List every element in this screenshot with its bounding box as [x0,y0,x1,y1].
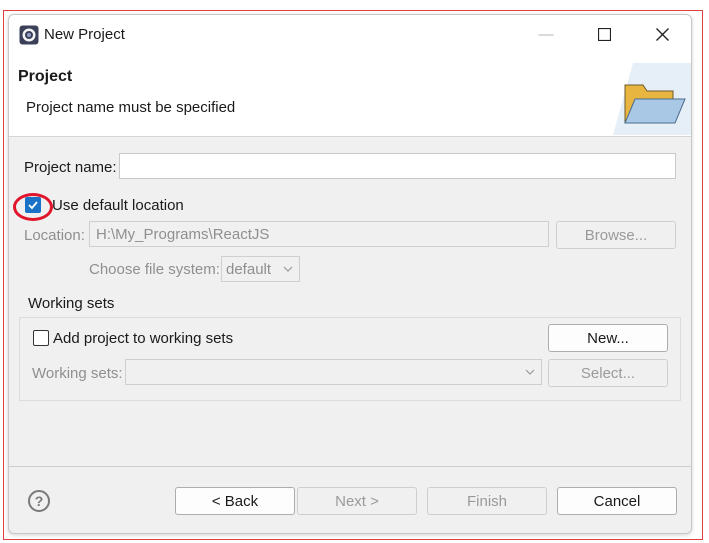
cancel-button-label: Cancel [593,492,641,510]
new-working-set-button[interactable]: New... [548,324,668,352]
wizard-header: Project Project name must be specified [9,53,691,137]
new-project-dialog: New Project — Project Project name must … [8,14,692,534]
browse-button[interactable]: Browse... [556,221,676,249]
file-system-label: Choose file system: [89,261,220,278]
minimize-icon: — [538,25,554,43]
file-system-value: default [226,260,272,278]
finish-button[interactable]: Finish [427,487,547,515]
back-button[interactable]: < Back [175,487,295,515]
page-title: Project [18,68,73,85]
finish-button-label: Finish [466,492,507,510]
help-button[interactable]: ? [28,490,50,512]
maximize-button[interactable] [575,15,633,53]
window-title: New Project [44,26,125,43]
add-to-working-sets-checkbox[interactable] [33,330,49,346]
error-message: Project name must be specified [26,99,236,116]
working-sets-label: Working sets: [32,365,123,382]
highlight-annotation-circle [13,193,53,221]
chevron-down-icon [525,369,535,375]
file-system-select[interactable]: default [221,256,300,282]
working-sets-group-title: Working sets [28,295,115,312]
project-name-label: Project name: [24,159,117,176]
browse-button-label: Browse... [584,226,648,244]
eclipse-app-icon [19,25,39,45]
select-working-sets-button-label: Select... [580,364,636,382]
working-sets-select[interactable] [125,359,542,385]
minimize-button[interactable]: — [517,15,575,53]
next-button[interactable]: Next > [297,487,417,515]
use-default-location-label: Use default location [52,197,184,214]
header-image [613,63,691,135]
location-input[interactable] [89,221,549,247]
help-icon: ? [34,493,44,509]
cancel-button[interactable]: Cancel [557,487,677,515]
close-button[interactable] [633,15,691,53]
add-to-working-sets-label: Add project to working sets [53,330,234,347]
next-button-label: Next > [335,492,379,510]
folder-open-icon [613,63,691,135]
select-working-sets-button[interactable]: Select... [548,359,668,387]
new-working-set-button-label: New... [587,329,629,347]
project-name-input[interactable] [119,153,676,179]
location-label: Location: [24,227,85,244]
maximize-icon [597,27,611,41]
title-bar: New Project — [9,15,691,53]
footer-separator [9,466,691,467]
chevron-down-icon [283,266,293,272]
close-icon [655,27,669,41]
back-button-label: < Back [211,492,259,510]
